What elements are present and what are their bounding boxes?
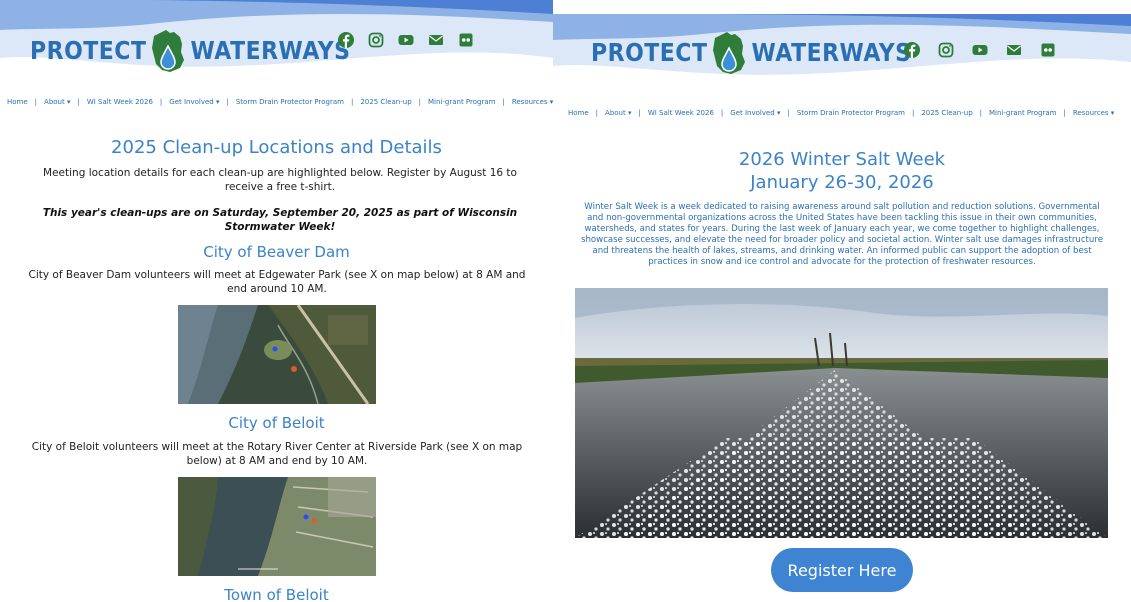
social-links — [904, 42, 1056, 58]
nav-item-label: Home — [7, 98, 28, 106]
nav-item-label: WI Salt Week 2026 — [86, 98, 153, 106]
nav-separator: | — [77, 98, 80, 106]
flickr-icon[interactable] — [1040, 42, 1056, 58]
nav-item-label: Home — [568, 109, 589, 117]
nav-item-get-involved[interactable]: Get Involved ▾ — [169, 98, 219, 106]
right-page-panel: PROTECT WATERWAYS Home | About ▾ | WI Salt W… — [553, 0, 1131, 602]
nav-separator: | — [911, 109, 915, 117]
nav-item-2025-clean-up[interactable]: 2025 Clean-up — [360, 98, 411, 106]
section-heading-town-of-beloit: Town of Beloit — [224, 586, 329, 602]
nav-item-label: Mini-grant Program — [428, 98, 496, 106]
nav-item-2025-clean-up[interactable]: 2025 Clean-up — [921, 109, 972, 117]
protect-waterways-logo[interactable]: PROTECT WATERWAYS — [591, 30, 912, 76]
wisconsin-water-drop-logo-icon — [713, 32, 746, 74]
logo-word-waterways: WATERWAYS — [190, 36, 351, 66]
page-title-line1: 2026 Winter Salt Week — [738, 149, 946, 170]
nav-separator: | — [1063, 109, 1066, 117]
nav-item-mini-grant-program[interactable]: Mini-grant Program — [989, 109, 1056, 117]
nav-item-get-involved[interactable]: Get Involved ▾ — [730, 109, 780, 117]
nav-item-label: Get Involved — [730, 109, 775, 117]
nav-item-label: About — [605, 109, 626, 117]
nav-item-label: Resources — [1072, 109, 1109, 117]
nav-item-storm-drain-protector-program[interactable]: Storm Drain Protector Program — [236, 98, 344, 106]
chevron-down-icon: ▾ — [1108, 109, 1115, 117]
nav-item-label: WI Salt Week 2026 — [647, 109, 714, 117]
nav-separator: | — [159, 98, 163, 106]
nav-item-resources[interactable]: Resources ▾ — [512, 98, 553, 106]
youtube-icon[interactable] — [972, 42, 988, 58]
nav-separator: | — [418, 98, 421, 106]
chevron-down-icon: ▾ — [64, 98, 71, 106]
chevron-down-icon: ▾ — [774, 109, 781, 117]
nav-separator: | — [34, 98, 38, 106]
instagram-icon[interactable] — [368, 32, 384, 48]
social-links — [338, 32, 474, 48]
logo-word-protect: PROTECT — [30, 36, 147, 66]
left-page-panel: PROTECT WATERWAYS Home | About ▾ | WI Salt W… — [0, 0, 553, 602]
nav-item-about[interactable]: About ▾ — [605, 109, 631, 117]
nav-separator: | — [595, 109, 599, 117]
nav-item-wi-salt-week-2026[interactable]: WI Salt Week 2026 — [648, 109, 714, 117]
header-banner: PROTECT WATERWAYS — [0, 0, 553, 80]
wisconsin-water-drop-logo-icon — [152, 30, 185, 72]
facebook-icon[interactable] — [904, 42, 920, 58]
nav-item-label: Get Involved — [169, 98, 214, 106]
page-title-line2: January 26-30, 2026 — [750, 172, 934, 193]
section-heading-beaver-dam: City of Beaver Dam — [203, 243, 350, 261]
nav-item-label: Resources — [511, 98, 548, 106]
nav-item-label: About — [44, 98, 65, 106]
beloit-map-image — [178, 477, 376, 576]
nav-item-label: Storm Drain Protector Program — [235, 98, 344, 106]
nav-item-home[interactable]: Home — [568, 109, 589, 117]
nav-separator: | — [720, 109, 724, 117]
chevron-down-icon: ▾ — [213, 98, 220, 106]
salt-week-description: Winter Salt Week is a week dedicated to … — [580, 202, 1103, 267]
beaver-dam-map-image — [178, 305, 376, 404]
nav-item-storm-drain-protector-program[interactable]: Storm Drain Protector Program — [797, 109, 905, 117]
nav-item-label: Storm Drain Protector Program — [796, 109, 905, 117]
email-icon[interactable] — [1006, 42, 1022, 58]
beaver-dam-details: City of Beaver Dam volunteers will meet … — [28, 269, 526, 295]
nav-item-label: Mini-grant Program — [989, 109, 1057, 117]
nav-item-resources[interactable]: Resources ▾ — [1073, 109, 1115, 117]
nav-item-home[interactable]: Home — [7, 98, 28, 106]
email-icon[interactable] — [428, 32, 444, 48]
salted-road-photo — [575, 288, 1108, 538]
nav-item-about[interactable]: About ▾ — [44, 98, 70, 106]
nav-separator: | — [979, 109, 982, 117]
beloit-details: City of Beloit volunteers will meet at t… — [31, 441, 523, 467]
flickr-icon[interactable] — [458, 32, 474, 48]
main-nav: Home | About ▾ | WI Salt Week 2026 | Get Invol… — [7, 98, 553, 106]
facebook-icon[interactable] — [338, 32, 354, 48]
nav-item-label: 2025 Clean-up — [921, 109, 973, 117]
nav-separator: | — [226, 98, 229, 106]
logo-word-protect: PROTECT — [591, 38, 708, 68]
nav-separator: | — [502, 98, 505, 106]
register-here-button[interactable]: Register Here — [771, 548, 913, 592]
youtube-icon[interactable] — [398, 32, 414, 48]
nav-item-wi-salt-week-2026[interactable]: WI Salt Week 2026 — [87, 98, 153, 106]
instagram-icon[interactable] — [938, 42, 954, 58]
page-title: 2025 Clean-up Locations and Details — [111, 137, 442, 158]
chevron-down-icon: ▾ — [625, 109, 632, 117]
main-nav: Home | About ▾ | WI Salt Week 2026 | Get Invol… — [568, 109, 1114, 117]
nav-item-label: 2025 Clean-up — [360, 98, 412, 106]
nav-separator: | — [350, 98, 354, 106]
protect-waterways-logo[interactable]: PROTECT WATERWAYS — [30, 28, 351, 74]
main-content: 2025 Clean-up Locations and Details — [0, 136, 553, 159]
main-content: 2026 Winter Salt Week January 26-30, 202… — [553, 148, 1131, 194]
header-banner: PROTECT WATERWAYS — [553, 0, 1131, 88]
nav-item-mini-grant-program[interactable]: Mini-grant Program — [428, 98, 495, 106]
section-heading-beloit: City of Beloit — [228, 414, 325, 432]
logo-word-waterways: WATERWAYS — [751, 38, 912, 68]
nav-separator: | — [638, 109, 641, 117]
cleanup-date-notice: This year's clean-ups are on Saturday, S… — [42, 207, 518, 233]
intro-text: Meeting location details for each clean-… — [43, 167, 517, 193]
nav-separator: | — [787, 109, 790, 117]
